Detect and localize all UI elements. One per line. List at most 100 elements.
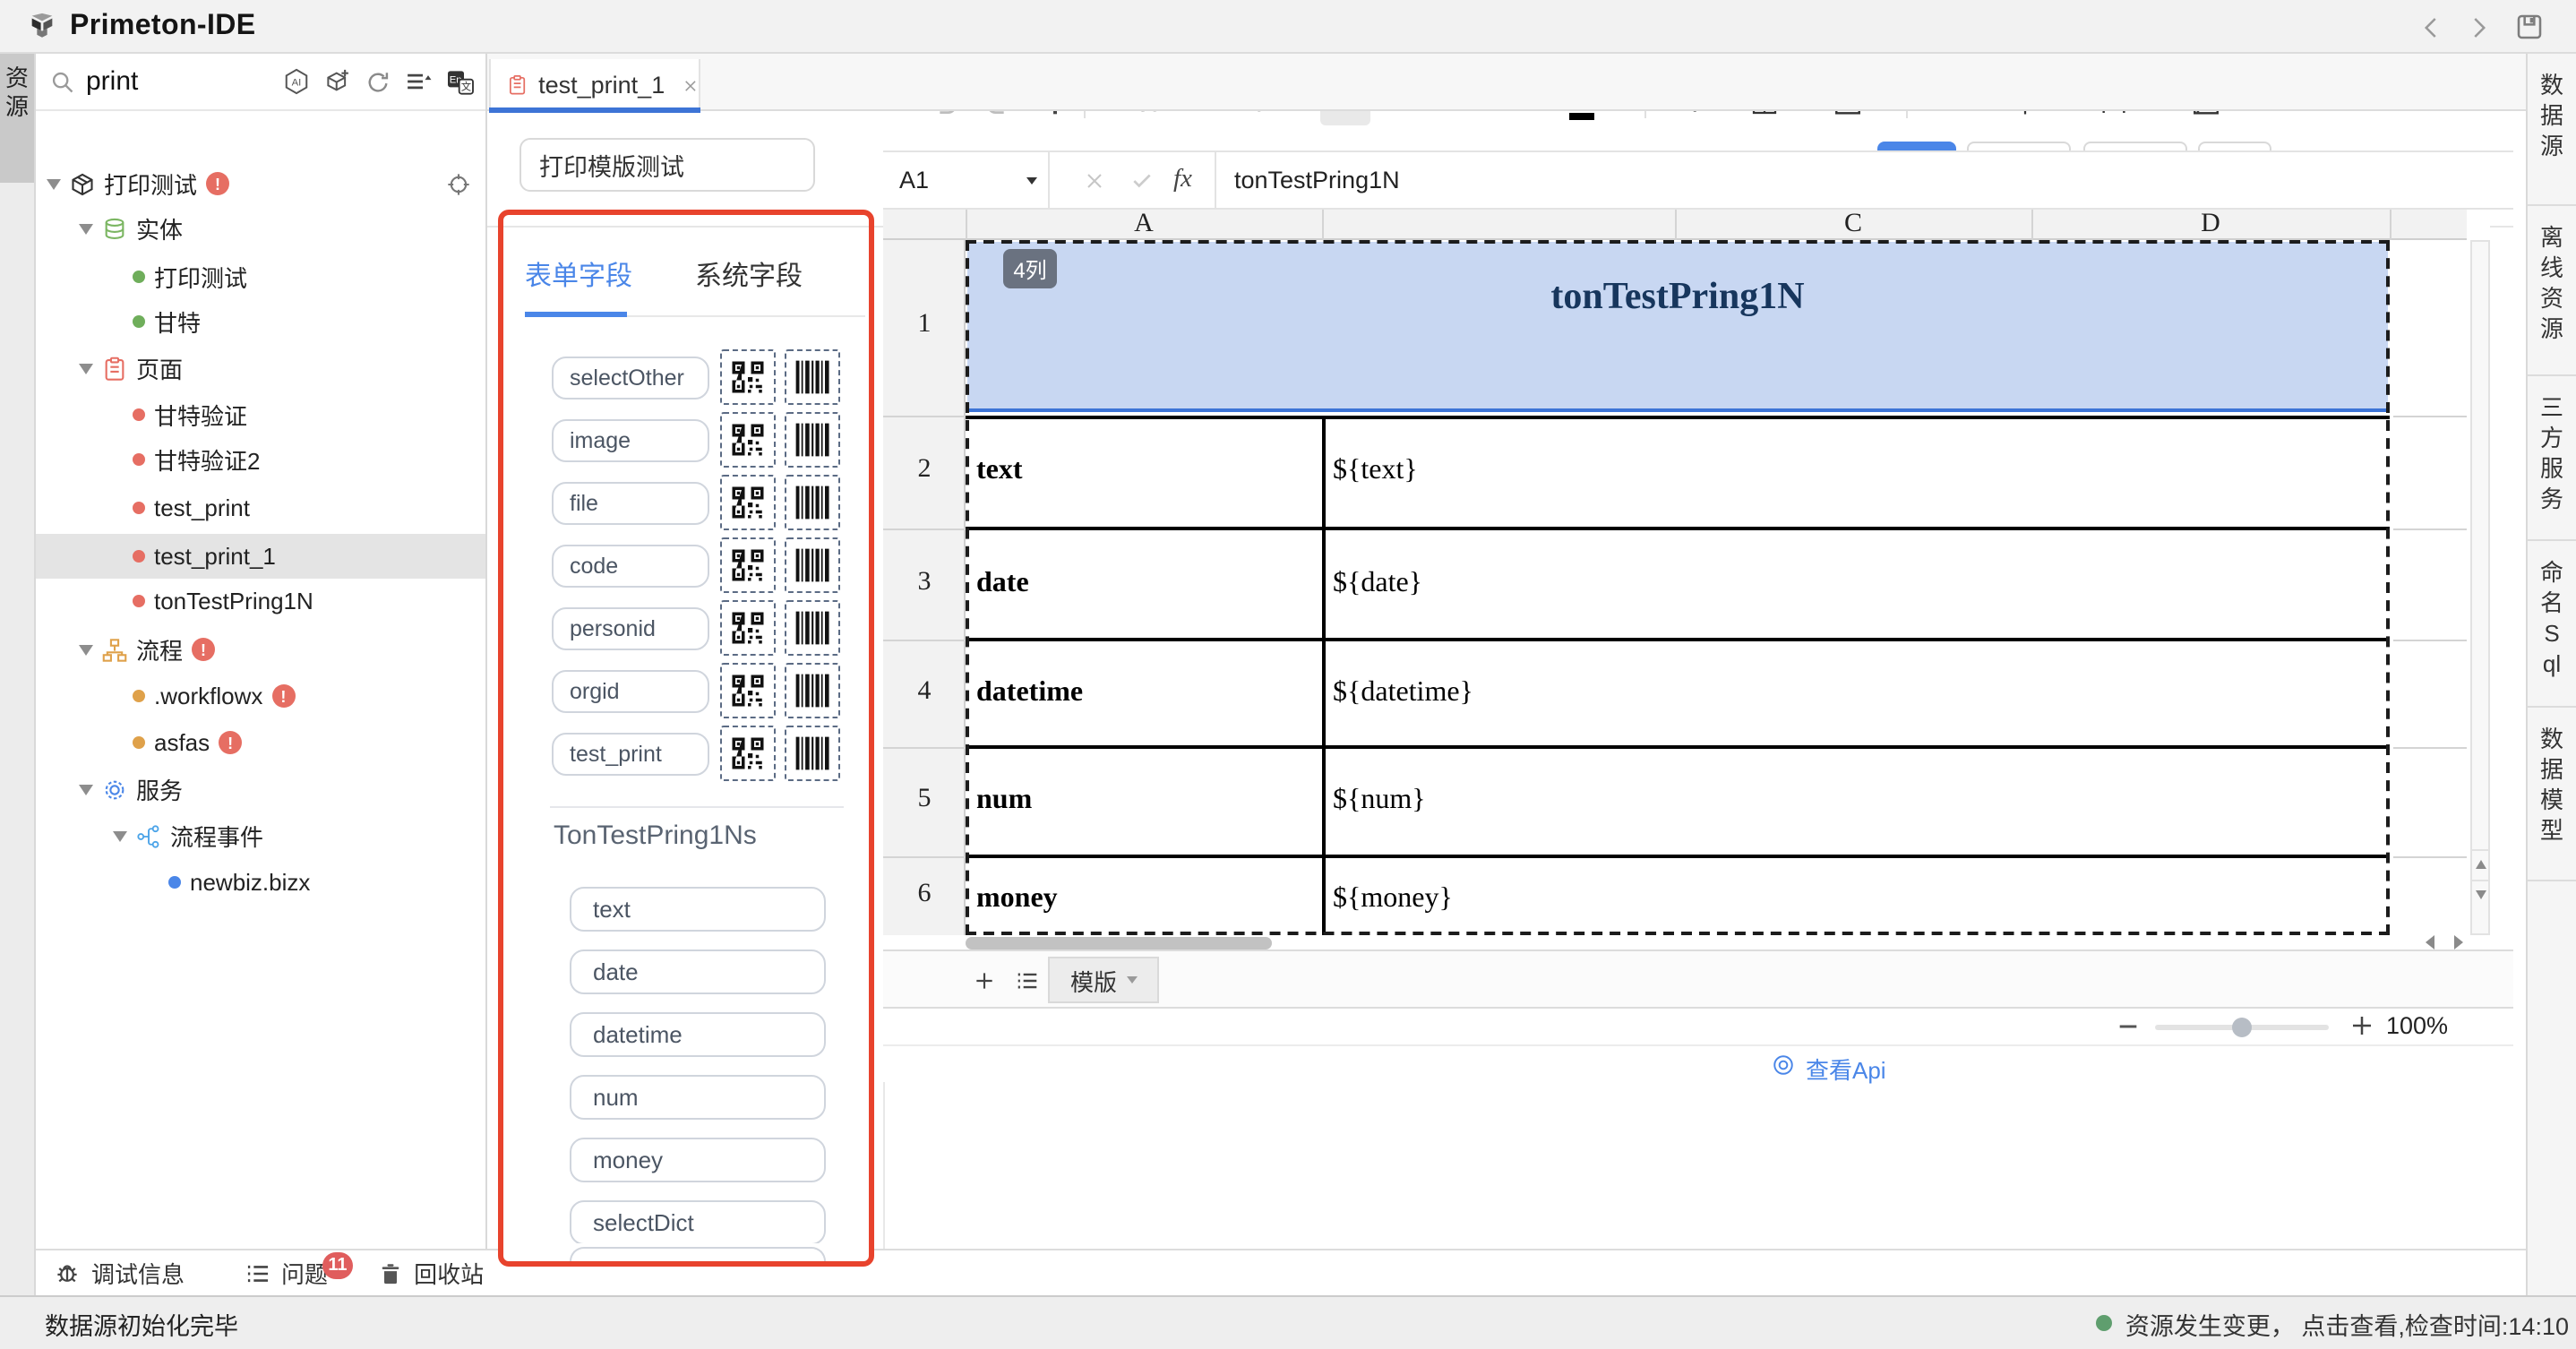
- tree-item-pages[interactable]: 页面: [36, 346, 485, 391]
- nav-back-icon[interactable]: [2418, 14, 2445, 41]
- tree-item-asfas[interactable]: asfas !: [36, 720, 485, 765]
- row-header[interactable]: 5: [883, 785, 966, 815]
- scroll-down-button[interactable]: [2470, 880, 2490, 908]
- tab-test-print-1[interactable]: test_print_1: [489, 59, 700, 111]
- qr-code-icon[interactable]: [720, 726, 776, 781]
- qr-code-icon[interactable]: [720, 537, 776, 593]
- add-sheet-icon[interactable]: [973, 969, 996, 992]
- tree-item-workflowx[interactable]: .workflowx !: [36, 674, 485, 718]
- sub-field-chip[interactable]: num: [570, 1075, 826, 1120]
- tree-item-entity-gantt[interactable]: 甘特: [36, 299, 485, 344]
- sub-field-chip[interactable]: date: [570, 949, 826, 994]
- zoom-out-icon[interactable]: [2116, 1014, 2141, 1039]
- field-chip[interactable]: image: [552, 419, 709, 462]
- tab-system-fields[interactable]: 系统字段: [695, 256, 803, 294]
- sub-field-chip[interactable]: datetime: [570, 1012, 826, 1057]
- caret-down-icon[interactable]: [79, 784, 93, 795]
- column-header[interactable]: D: [2031, 210, 2390, 240]
- locate-icon[interactable]: [446, 171, 471, 196]
- field-chip[interactable]: test_print: [552, 733, 709, 776]
- tree-item-flow-events[interactable]: 流程事件: [36, 813, 485, 858]
- caret-down-icon[interactable]: [79, 223, 93, 234]
- rail-tab-offline-resources[interactable]: 离线资源: [2528, 206, 2576, 376]
- barcode-icon[interactable]: [785, 349, 840, 405]
- resource-change-notice[interactable]: 资源发生变更， 点击查看,检查时间:14:10: [2125, 1305, 2569, 1341]
- field-chip[interactable]: file: [552, 482, 709, 525]
- caret-down-icon[interactable]: [79, 363, 93, 374]
- cell[interactable]: ${date}: [1333, 568, 1422, 600]
- barcode-icon[interactable]: [785, 600, 840, 656]
- vertical-scrollbar[interactable]: [2470, 240, 2490, 935]
- tree-item-page-test-print[interactable]: test_print: [36, 485, 485, 530]
- sub-field-chip[interactable]: selectDict: [570, 1200, 826, 1245]
- cell[interactable]: ${money}: [1333, 883, 1453, 915]
- cell[interactable]: date: [976, 568, 1029, 600]
- qr-code-icon[interactable]: [720, 663, 776, 718]
- caret-down-icon[interactable]: [113, 830, 127, 841]
- column-header[interactable]: C: [1675, 210, 2031, 240]
- qr-code-icon[interactable]: [720, 412, 776, 468]
- qr-code-icon[interactable]: [720, 475, 776, 530]
- cell[interactable]: ${num}: [1333, 785, 1426, 817]
- new-module-icon[interactable]: [324, 68, 351, 95]
- scroll-right-button[interactable]: [2445, 933, 2470, 949]
- row-header[interactable]: 1: [883, 310, 966, 340]
- sub-field-chip[interactable]: money: [570, 1138, 826, 1182]
- sheet-tab[interactable]: 模版: [1048, 957, 1159, 1003]
- tree-item-page-tontestpring1n[interactable]: tonTestPring1N: [36, 579, 485, 623]
- barcode-icon[interactable]: [785, 663, 840, 718]
- template-name-input[interactable]: [519, 138, 815, 192]
- sub-field-chip[interactable]: text: [570, 887, 826, 932]
- refresh-icon[interactable]: [365, 69, 391, 94]
- tree-item-services[interactable]: 服务: [36, 767, 485, 812]
- row-header[interactable]: 6: [883, 880, 966, 910]
- rail-tab-data-model[interactable]: 数据模型: [2528, 708, 2576, 881]
- confirm-entry-icon[interactable]: [1130, 168, 1154, 192]
- tree-item-newbiz-bizx[interactable]: newbiz.bizx: [36, 860, 485, 905]
- barcode-icon[interactable]: [785, 412, 840, 468]
- row-header[interactable]: 3: [883, 568, 966, 598]
- cell[interactable]: ${text}: [1333, 455, 1418, 487]
- cell-reference[interactable]: A1: [899, 167, 929, 193]
- tree-item-entities[interactable]: 实体: [36, 206, 485, 251]
- view-api-link[interactable]: 查看Api: [1806, 1052, 1886, 1086]
- ai-assistant-icon[interactable]: [283, 68, 310, 95]
- fx-icon[interactable]: fx: [1173, 165, 1192, 195]
- zoom-in-icon[interactable]: [2348, 1012, 2375, 1039]
- cell[interactable]: ${datetime}: [1333, 677, 1473, 709]
- tree-item-page-gantt-check2[interactable]: 甘特验证2: [36, 437, 485, 482]
- tab-form-fields[interactable]: 表单字段: [525, 256, 632, 294]
- cell[interactable]: text: [976, 455, 1023, 487]
- tree-item-project[interactable]: 打印测试 !: [36, 161, 485, 206]
- sheet-list-icon[interactable]: [1016, 969, 1039, 992]
- caret-down-icon[interactable]: [47, 178, 61, 189]
- scroll-up-button[interactable]: [2470, 849, 2490, 878]
- zoom-slider-thumb[interactable]: [2232, 1018, 2252, 1037]
- chevron-down-icon[interactable]: [1126, 976, 1137, 984]
- horizontal-scrollbar-thumb[interactable]: [966, 937, 1272, 949]
- tree-item-page-gantt-check[interactable]: 甘特验证: [36, 392, 485, 437]
- rail-tab-named-sql[interactable]: 命名Sql: [2528, 541, 2576, 708]
- close-tab-icon[interactable]: [683, 76, 699, 94]
- recycle-bin-button[interactable]: 回收站: [414, 1256, 484, 1290]
- rail-tab-third-party-services[interactable]: 三方服务: [2528, 376, 2576, 541]
- column-header[interactable]: A: [966, 210, 1322, 240]
- caret-down-icon[interactable]: [79, 644, 93, 655]
- cell[interactable]: datetime: [976, 677, 1083, 709]
- sub-field-chip-partial[interactable]: [570, 1247, 826, 1267]
- tree-item-page-test-print-1[interactable]: test_print_1: [36, 534, 485, 579]
- row-header[interactable]: 4: [883, 677, 966, 708]
- nav-forward-icon[interactable]: [2465, 14, 2492, 41]
- field-chip[interactable]: selectOther: [552, 357, 709, 400]
- barcode-icon[interactable]: [785, 726, 840, 781]
- rail-tab-resources[interactable]: 资源: [0, 54, 34, 183]
- cancel-entry-icon[interactable]: [1084, 170, 1105, 192]
- tree-item-workflows[interactable]: 流程 !: [36, 627, 485, 672]
- row-header[interactable]: 2: [883, 455, 966, 485]
- collapse-list-icon[interactable]: [405, 68, 432, 95]
- cell[interactable]: money: [976, 883, 1058, 915]
- chevron-down-icon[interactable]: [1026, 177, 1037, 185]
- field-chip[interactable]: personid: [552, 607, 709, 650]
- barcode-icon[interactable]: [785, 537, 840, 593]
- spreadsheet-grid[interactable]: A B C D 1 2 3 4 5 6 tonTestPring1N 4列: [883, 210, 2490, 949]
